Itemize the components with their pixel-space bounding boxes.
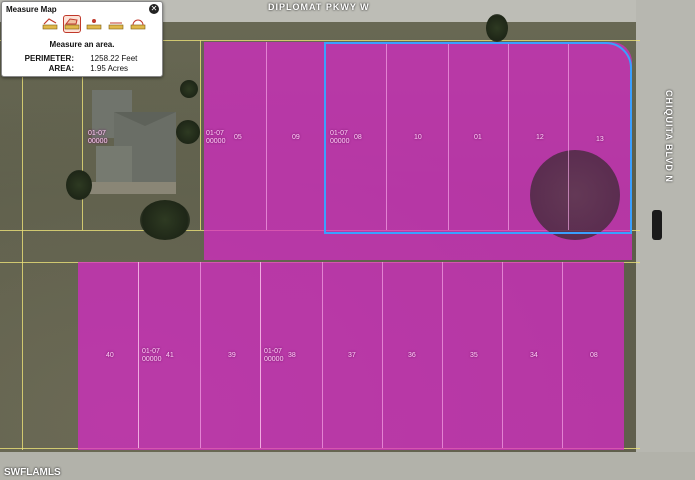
tree bbox=[66, 170, 92, 200]
lot-line bbox=[266, 42, 267, 230]
parcel-label: 01-07 00000 bbox=[264, 348, 284, 363]
lot-line bbox=[382, 262, 383, 448]
parcel-label: 35 bbox=[470, 352, 478, 359]
parcel-label: 05 bbox=[234, 134, 242, 141]
parcel-label: 08 bbox=[590, 352, 598, 359]
area-label: AREA: bbox=[48, 64, 74, 73]
measure-line-icon[interactable] bbox=[42, 16, 58, 32]
perimeter-value: 1258.22 Feet bbox=[90, 54, 138, 63]
parcel-label: 01-07 00000 bbox=[142, 348, 162, 363]
parcel-label: 40 bbox=[106, 352, 114, 359]
side-street-road bbox=[0, 452, 695, 480]
lot-line bbox=[138, 262, 139, 448]
parcel-label: 36 bbox=[408, 352, 416, 359]
measure-radius-icon[interactable] bbox=[108, 16, 124, 32]
lot-line bbox=[502, 262, 503, 448]
parcel-label: 01-07 00000 bbox=[330, 130, 350, 145]
lot-line bbox=[200, 262, 201, 448]
lot-line bbox=[200, 40, 201, 230]
close-icon[interactable]: ✕ bbox=[149, 4, 159, 14]
parcel-label: 10 bbox=[414, 134, 422, 141]
parcel-label: 39 bbox=[228, 352, 236, 359]
parcel-label: 41 bbox=[166, 352, 174, 359]
street-label-diplomat: DIPLOMAT PKWY W bbox=[268, 2, 370, 12]
lot-line bbox=[442, 262, 443, 448]
parcel-label: 13 bbox=[596, 136, 604, 143]
perimeter-label: PERIMETER: bbox=[24, 54, 74, 63]
perimeter-row: PERIMETER: 1258.22 Feet bbox=[12, 54, 138, 63]
tree bbox=[180, 80, 198, 98]
tree bbox=[140, 200, 190, 240]
parcel-label: 01-07 00000 bbox=[206, 130, 226, 145]
measure-tools bbox=[42, 15, 146, 33]
parcel-label: 01 bbox=[474, 134, 482, 141]
parcel-label: 37 bbox=[348, 352, 356, 359]
parcel-label: 34 bbox=[530, 352, 538, 359]
area-row: AREA: 1.95 Acres bbox=[12, 64, 128, 73]
tree bbox=[176, 120, 200, 144]
lot-line bbox=[562, 262, 563, 448]
parcel-label: 08 bbox=[354, 134, 362, 141]
street-label-chiquita: CHIQUITA BLVD N bbox=[664, 90, 674, 183]
measure-circle-icon[interactable] bbox=[130, 16, 146, 32]
parcel-label: 12 bbox=[536, 134, 544, 141]
panel-title: Measure Map bbox=[6, 5, 57, 14]
parcel-label: 01-07 00000 bbox=[88, 130, 108, 145]
watermark: SWFLAMLS bbox=[4, 467, 61, 478]
car bbox=[652, 210, 662, 240]
tree bbox=[486, 14, 508, 42]
lot-line bbox=[322, 262, 323, 448]
lot-line bbox=[22, 40, 23, 450]
chiquita-boulevard-road bbox=[636, 0, 695, 480]
measure-point-icon[interactable] bbox=[86, 16, 102, 32]
area-value: 1.95 Acres bbox=[90, 64, 129, 73]
parcel-label: 09 bbox=[292, 134, 300, 141]
measure-area-icon[interactable] bbox=[63, 15, 81, 33]
measure-map-panel: Measure Map ✕ Measure an area. PERIMETER… bbox=[1, 1, 163, 77]
parcel-label: 38 bbox=[288, 352, 296, 359]
lot-line bbox=[260, 262, 261, 448]
measure-instruction: Measure an area. bbox=[49, 40, 115, 49]
